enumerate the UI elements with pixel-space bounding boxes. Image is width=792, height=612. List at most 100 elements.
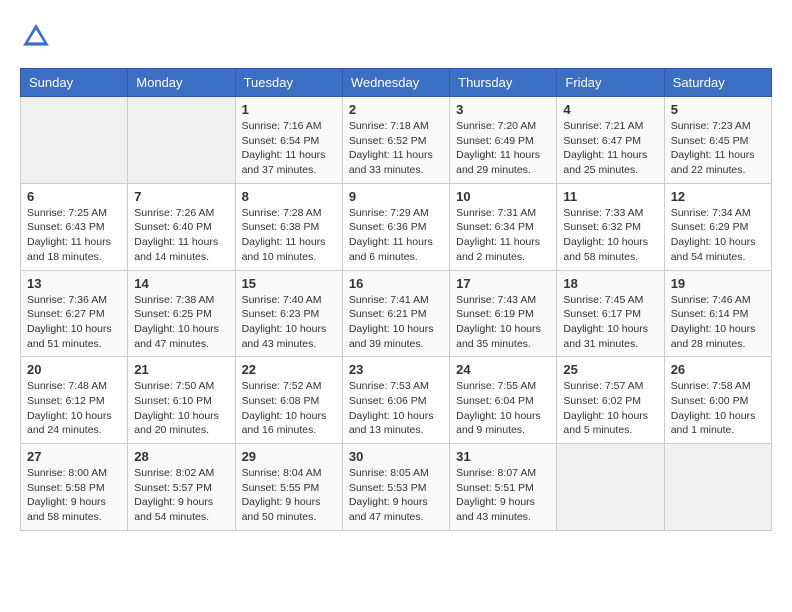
calendar-header-row: SundayMondayTuesdayWednesdayThursdayFrid…	[21, 69, 772, 97]
day-number: 10	[456, 189, 550, 204]
day-number: 28	[134, 449, 228, 464]
day-info: Sunrise: 7:36 AM Sunset: 6:27 PM Dayligh…	[27, 293, 121, 352]
day-number: 19	[671, 276, 765, 291]
calendar-cell: 21Sunrise: 7:50 AM Sunset: 6:10 PM Dayli…	[128, 357, 235, 444]
calendar-cell: 17 Sunrise: 7:43 AM Sunset: 6:19 PM Dayli…	[450, 270, 557, 357]
day-number: 7	[134, 189, 228, 204]
calendar-cell: 31Sunrise: 8:07 AM Sunset: 5:51 PM Dayli…	[450, 444, 557, 531]
calendar-cell: 15 Sunrise: 7:40 AM Sunset: 6:23 PM Dayli…	[235, 270, 342, 357]
calendar-cell: 10 Sunrise: 7:31 AM Sunset: 6:34 PM Dayli…	[450, 183, 557, 270]
day-number: 23	[349, 362, 443, 377]
day-info: Sunrise: 7:28 AM Sunset: 6:38 PM Dayligh…	[242, 206, 336, 265]
calendar-cell	[21, 97, 128, 184]
calendar-cell: 24Sunrise: 7:55 AM Sunset: 6:04 PM Dayli…	[450, 357, 557, 444]
day-number: 4	[563, 102, 657, 117]
day-number: 16	[349, 276, 443, 291]
day-number: 15	[242, 276, 336, 291]
day-info: Sunrise: 7:25 AM Sunset: 6:43 PM Dayligh…	[27, 206, 121, 265]
calendar-cell: 23 Sunrise: 7:53 AM Sunset: 6:06 PM Dayli…	[342, 357, 449, 444]
day-number: 14	[134, 276, 228, 291]
day-number: 18	[563, 276, 657, 291]
day-info: Sunrise: 8:05 AM Sunset: 5:53 PM Dayligh…	[349, 466, 443, 525]
day-number: 3	[456, 102, 550, 117]
calendar-cell: 5Sunrise: 7:23 AM Sunset: 6:45 PM Daylig…	[664, 97, 771, 184]
calendar-cell: 28 Sunrise: 8:02 AM Sunset: 5:57 PM Dayli…	[128, 444, 235, 531]
day-info: Sunrise: 7:18 AM Sunset: 6:52 PM Dayligh…	[349, 119, 443, 178]
day-info: Sunrise: 7:45 AM Sunset: 6:17 PM Dayligh…	[563, 293, 657, 352]
day-info: Sunrise: 8:02 AM Sunset: 5:57 PM Dayligh…	[134, 466, 228, 525]
day-number: 5	[671, 102, 765, 117]
day-info: Sunrise: 7:40 AM Sunset: 6:23 PM Dayligh…	[242, 293, 336, 352]
calendar-week-row: 27 Sunrise: 8:00 AM Sunset: 5:58 PM Dayli…	[21, 444, 772, 531]
calendar-cell: 18 Sunrise: 7:45 AM Sunset: 6:17 PM Dayli…	[557, 270, 664, 357]
calendar-cell: 4 Sunrise: 7:21 AM Sunset: 6:47 PM Daylig…	[557, 97, 664, 184]
logo-icon	[20, 20, 52, 52]
day-number: 1	[242, 102, 336, 117]
logo	[20, 20, 56, 52]
calendar-cell: 11 Sunrise: 7:33 AM Sunset: 6:32 PM Dayli…	[557, 183, 664, 270]
calendar-cell: 3 Sunrise: 7:20 AM Sunset: 6:49 PM Daylig…	[450, 97, 557, 184]
day-info: Sunrise: 7:38 AM Sunset: 6:25 PM Dayligh…	[134, 293, 228, 352]
calendar-cell: 19 Sunrise: 7:46 AM Sunset: 6:14 PM Dayli…	[664, 270, 771, 357]
calendar-cell: 12 Sunrise: 7:34 AM Sunset: 6:29 PM Dayli…	[664, 183, 771, 270]
calendar-cell: 25 Sunrise: 7:57 AM Sunset: 6:02 PM Dayli…	[557, 357, 664, 444]
weekday-header: Monday	[128, 69, 235, 97]
calendar-cell: 16Sunrise: 7:41 AM Sunset: 6:21 PM Dayli…	[342, 270, 449, 357]
page-header	[20, 20, 772, 52]
day-number: 11	[563, 189, 657, 204]
calendar-cell: 27 Sunrise: 8:00 AM Sunset: 5:58 PM Dayli…	[21, 444, 128, 531]
calendar-table: SundayMondayTuesdayWednesdayThursdayFrid…	[20, 68, 772, 531]
calendar-cell: 30Sunrise: 8:05 AM Sunset: 5:53 PM Dayli…	[342, 444, 449, 531]
calendar-cell: 6 Sunrise: 7:25 AM Sunset: 6:43 PM Daylig…	[21, 183, 128, 270]
day-info: Sunrise: 7:58 AM Sunset: 6:00 PM Dayligh…	[671, 379, 765, 438]
weekday-header: Thursday	[450, 69, 557, 97]
day-info: Sunrise: 7:34 AM Sunset: 6:29 PM Dayligh…	[671, 206, 765, 265]
day-number: 26	[671, 362, 765, 377]
calendar-cell: 29 Sunrise: 8:04 AM Sunset: 5:55 PM Dayli…	[235, 444, 342, 531]
day-number: 31	[456, 449, 550, 464]
day-info: Sunrise: 7:31 AM Sunset: 6:34 PM Dayligh…	[456, 206, 550, 265]
day-number: 22	[242, 362, 336, 377]
weekday-header: Sunday	[21, 69, 128, 97]
calendar-cell: 13 Sunrise: 7:36 AM Sunset: 6:27 PM Dayli…	[21, 270, 128, 357]
calendar-cell: 2Sunrise: 7:18 AM Sunset: 6:52 PM Daylig…	[342, 97, 449, 184]
day-info: Sunrise: 7:55 AM Sunset: 6:04 PM Dayligh…	[456, 379, 550, 438]
calendar-cell	[664, 444, 771, 531]
calendar-cell	[128, 97, 235, 184]
day-number: 13	[27, 276, 121, 291]
day-number: 9	[349, 189, 443, 204]
day-number: 29	[242, 449, 336, 464]
day-number: 12	[671, 189, 765, 204]
weekday-header: Saturday	[664, 69, 771, 97]
weekday-header: Friday	[557, 69, 664, 97]
calendar-cell: 22 Sunrise: 7:52 AM Sunset: 6:08 PM Dayli…	[235, 357, 342, 444]
day-info: Sunrise: 7:52 AM Sunset: 6:08 PM Dayligh…	[242, 379, 336, 438]
day-info: Sunrise: 7:16 AM Sunset: 6:54 PM Dayligh…	[242, 119, 336, 178]
calendar-cell: 20Sunrise: 7:48 AM Sunset: 6:12 PM Dayli…	[21, 357, 128, 444]
day-number: 21	[134, 362, 228, 377]
calendar-cell: 14 Sunrise: 7:38 AM Sunset: 6:25 PM Dayli…	[128, 270, 235, 357]
day-info: Sunrise: 7:21 AM Sunset: 6:47 PM Dayligh…	[563, 119, 657, 178]
day-number: 27	[27, 449, 121, 464]
day-number: 17	[456, 276, 550, 291]
day-info: Sunrise: 8:00 AM Sunset: 5:58 PM Dayligh…	[27, 466, 121, 525]
day-number: 6	[27, 189, 121, 204]
day-number: 8	[242, 189, 336, 204]
day-info: Sunrise: 7:48 AM Sunset: 6:12 PM Dayligh…	[27, 379, 121, 438]
day-info: Sunrise: 7:53 AM Sunset: 6:06 PM Dayligh…	[349, 379, 443, 438]
day-info: Sunrise: 7:43 AM Sunset: 6:19 PM Dayligh…	[456, 293, 550, 352]
calendar-cell	[557, 444, 664, 531]
calendar-cell: 8 Sunrise: 7:28 AM Sunset: 6:38 PM Daylig…	[235, 183, 342, 270]
day-number: 25	[563, 362, 657, 377]
calendar-week-row: 13 Sunrise: 7:36 AM Sunset: 6:27 PM Dayli…	[21, 270, 772, 357]
day-info: Sunrise: 7:46 AM Sunset: 6:14 PM Dayligh…	[671, 293, 765, 352]
calendar-cell: 7 Sunrise: 7:26 AM Sunset: 6:40 PM Daylig…	[128, 183, 235, 270]
day-info: Sunrise: 7:26 AM Sunset: 6:40 PM Dayligh…	[134, 206, 228, 265]
calendar-cell: 9Sunrise: 7:29 AM Sunset: 6:36 PM Daylig…	[342, 183, 449, 270]
day-info: Sunrise: 8:04 AM Sunset: 5:55 PM Dayligh…	[242, 466, 336, 525]
day-info: Sunrise: 7:57 AM Sunset: 6:02 PM Dayligh…	[563, 379, 657, 438]
day-info: Sunrise: 7:20 AM Sunset: 6:49 PM Dayligh…	[456, 119, 550, 178]
calendar-cell: 26 Sunrise: 7:58 AM Sunset: 6:00 PM Dayli…	[664, 357, 771, 444]
weekday-header: Tuesday	[235, 69, 342, 97]
day-info: Sunrise: 7:33 AM Sunset: 6:32 PM Dayligh…	[563, 206, 657, 265]
